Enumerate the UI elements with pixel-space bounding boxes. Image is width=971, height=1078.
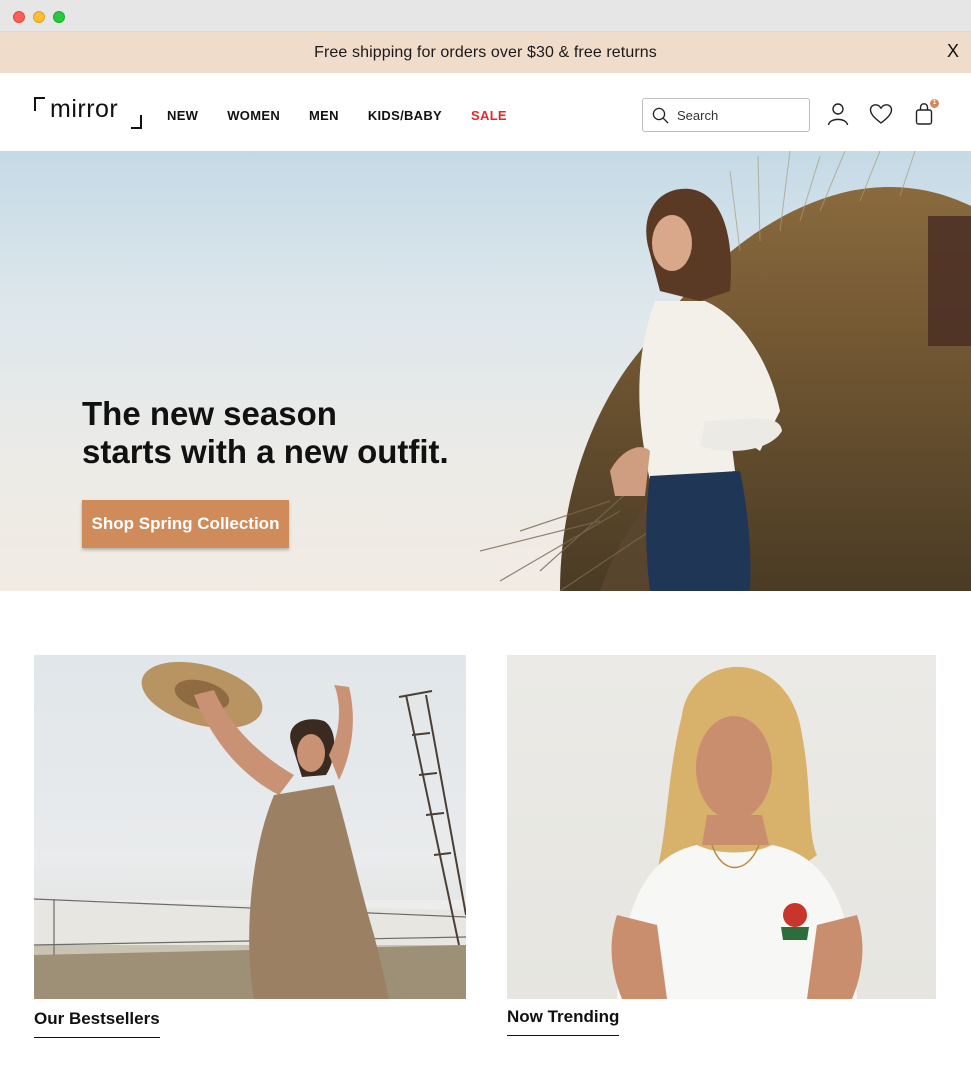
tile-label-trending[interactable]: Now Trending bbox=[507, 1007, 620, 1036]
nav-item-men[interactable]: MEN bbox=[309, 108, 339, 123]
nav-item-women[interactable]: WOMEN bbox=[227, 108, 280, 123]
heart-icon[interactable] bbox=[868, 101, 894, 127]
trending-image[interactable] bbox=[507, 655, 936, 999]
shop-spring-collection-button[interactable]: Shop Spring Collection bbox=[82, 500, 289, 548]
tile-label-bestsellers[interactable]: Our Bestsellers bbox=[34, 1009, 160, 1038]
logo-text: mirror bbox=[50, 95, 119, 123]
cart-button[interactable]: 1 bbox=[912, 99, 939, 127]
window-close-button[interactable] bbox=[13, 11, 25, 23]
main-nav: NEW WOMEN MEN KIDS/BABY SALE bbox=[167, 108, 507, 123]
hero-headline-line1: The new season bbox=[82, 395, 337, 432]
promo-text: Free shipping for orders over $30 & free… bbox=[314, 43, 657, 61]
bestsellers-image[interactable] bbox=[34, 655, 466, 999]
trending-photo bbox=[611, 666, 863, 999]
window-maximize-button[interactable] bbox=[53, 11, 65, 23]
hero-headline: The new season starts with a new outfit. bbox=[82, 395, 449, 471]
account-icon[interactable] bbox=[825, 101, 851, 127]
search-box[interactable] bbox=[642, 98, 810, 132]
logo[interactable]: mirror bbox=[34, 95, 142, 131]
search-input[interactable] bbox=[677, 107, 797, 123]
window-titlebar bbox=[0, 0, 971, 32]
nav-item-sale[interactable]: SALE bbox=[471, 108, 507, 123]
hero-banner: The new season starts with a new outfit.… bbox=[0, 151, 971, 591]
site-header: mirror NEW WOMEN MEN KIDS/BABY SALE 1 bbox=[0, 73, 971, 151]
search-icon bbox=[652, 107, 669, 123]
logo-corner-top-left bbox=[34, 97, 45, 111]
promo-banner: Free shipping for orders over $30 & free… bbox=[0, 32, 971, 73]
logo-corner-bottom-right bbox=[131, 115, 142, 129]
window-minimize-button[interactable] bbox=[33, 11, 45, 23]
hero-headline-line2: starts with a new outfit. bbox=[82, 433, 449, 470]
cart-count-badge: 1 bbox=[930, 99, 939, 108]
bestsellers-photo bbox=[34, 661, 466, 999]
nav-item-new[interactable]: NEW bbox=[167, 108, 198, 123]
nav-item-kids-baby[interactable]: KIDS/BABY bbox=[368, 108, 442, 123]
promo-close-button[interactable]: X bbox=[947, 41, 959, 62]
